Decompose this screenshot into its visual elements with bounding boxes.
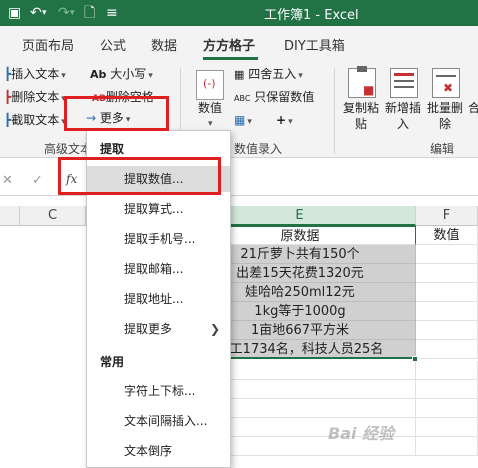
- menu-item-extract-email[interactable]: 提取邮箱...: [87, 256, 230, 282]
- new-insert-button[interactable]: 新增插入: [384, 100, 422, 132]
- batch-delete-icon: ✖: [432, 68, 460, 98]
- undo-icon[interactable]: ↶: [30, 3, 42, 23]
- batch-delete-button[interactable]: 批量删除: [426, 100, 464, 132]
- menu-item-extract-more[interactable]: 提取更多 ❯: [87, 316, 230, 342]
- abc-icon: ABC: [234, 94, 251, 103]
- cancel-icon[interactable]: ✕: [2, 173, 13, 188]
- clipboard-icon: ■: [348, 66, 376, 98]
- cell-empty[interactable]: [416, 418, 478, 437]
- tab-data[interactable]: 数据: [151, 35, 177, 54]
- quick-fill-button[interactable]: ▦ ▾: [234, 112, 252, 130]
- menu-item-extract-phone[interactable]: 提取手机号...: [87, 226, 230, 252]
- number-button[interactable]: 数值: [198, 100, 222, 116]
- cell-value-2[interactable]: [416, 264, 478, 283]
- cell-header-value[interactable]: 数值: [416, 226, 478, 245]
- col-header-f[interactable]: F: [416, 206, 478, 226]
- cell-value-3[interactable]: [416, 283, 478, 302]
- insert-text-button[interactable]: ┣插入文本 ▾: [4, 66, 66, 84]
- tab-diy-toolbox[interactable]: DIY工具箱: [284, 35, 345, 54]
- document-icon[interactable]: 🗋: [84, 3, 95, 23]
- window-title: 工作簿1 - Excel: [264, 8, 359, 23]
- text-group-label: 高级文本: [44, 142, 93, 156]
- spreadsheet-grid: C E F 原数据 数值 21斤萝卜共有150个 出差15天花费1320元 娃哈…: [0, 206, 478, 468]
- redo-dropdown-icon: ▾: [70, 8, 75, 18]
- case-button[interactable]: Ab 大小写 ▾: [90, 66, 153, 84]
- cell-empty[interactable]: [416, 361, 478, 380]
- annotation-box-more: [64, 96, 169, 131]
- cell-empty[interactable]: [416, 399, 478, 418]
- ribbon-separator: [334, 68, 335, 154]
- insert-rows-icon: [390, 68, 418, 98]
- number-icon: (-): [196, 70, 224, 100]
- menu-section-common: 常用: [100, 355, 125, 369]
- plus-button[interactable]: + ▾: [276, 112, 293, 130]
- undo-dropdown-icon[interactable]: ▾: [42, 3, 47, 23]
- menu-item-extract-formula[interactable]: 提取算式...: [87, 196, 230, 222]
- watermark: Bai 经验: [328, 424, 395, 443]
- col-header-b[interactable]: [0, 206, 20, 226]
- menu-section-extract: 提取: [100, 142, 125, 156]
- cell-value-6[interactable]: [416, 340, 478, 359]
- cell-empty[interactable]: [416, 380, 478, 399]
- round-button[interactable]: ▦ 四舍五入 ▾: [234, 66, 303, 84]
- cell-value-1[interactable]: [416, 245, 478, 264]
- cell-value-4[interactable]: [416, 302, 478, 321]
- tab-page-layout[interactable]: 页面布局: [22, 35, 74, 54]
- numbers-group-label: 数值录入: [234, 142, 283, 156]
- submenu-arrow-icon: ❯: [209, 322, 220, 336]
- copy-paste-button[interactable]: 复制粘贴: [342, 100, 380, 132]
- round-icon: ▦: [234, 68, 245, 81]
- menu-item-interval-insert[interactable]: 文本间隔插入...: [87, 408, 230, 434]
- table-icon: ▦: [234, 113, 246, 127]
- redo-icon: ↷: [58, 5, 70, 21]
- case-icon: Ab: [90, 68, 107, 81]
- confirm-icon[interactable]: ✓: [32, 173, 43, 188]
- menu-item-reverse-text[interactable]: 文本倒序: [87, 438, 230, 464]
- col-header-c[interactable]: C: [20, 206, 86, 226]
- tab-fangfang[interactable]: 方方格子: [203, 35, 255, 54]
- customize-icon[interactable]: ≡: [106, 3, 118, 23]
- cell-empty[interactable]: [416, 437, 478, 456]
- edit-group-label: 编辑: [430, 142, 455, 156]
- annotation-box-extract-number: [58, 157, 221, 195]
- cell-value-5[interactable]: [416, 321, 478, 340]
- active-tab-indicator: [203, 57, 258, 60]
- extract-text-button[interactable]: ┣截取文本 ▾: [4, 112, 66, 130]
- merge-button[interactable]: 合: [468, 100, 478, 116]
- ribbon-tabs: 页面布局 公式 数据 方方格子 DIY工具箱: [0, 26, 478, 62]
- keep-numbers-button[interactable]: ABC 只保留数值: [234, 89, 314, 107]
- delete-text-button[interactable]: ┣删除文本 ▾: [4, 89, 66, 107]
- formula-input[interactable]: [230, 168, 478, 195]
- save-icon[interactable]: ▣: [8, 3, 21, 23]
- menu-item-extract-address[interactable]: 提取地址...: [87, 286, 230, 312]
- title-bar: ▣ ↶ ▾ ↷ ▾ 🗋 ≡ 工作簿1 - Excel: [0, 0, 478, 26]
- menu-item-superscript[interactable]: 字符上下标...: [87, 378, 230, 404]
- tab-formulas[interactable]: 公式: [100, 35, 126, 54]
